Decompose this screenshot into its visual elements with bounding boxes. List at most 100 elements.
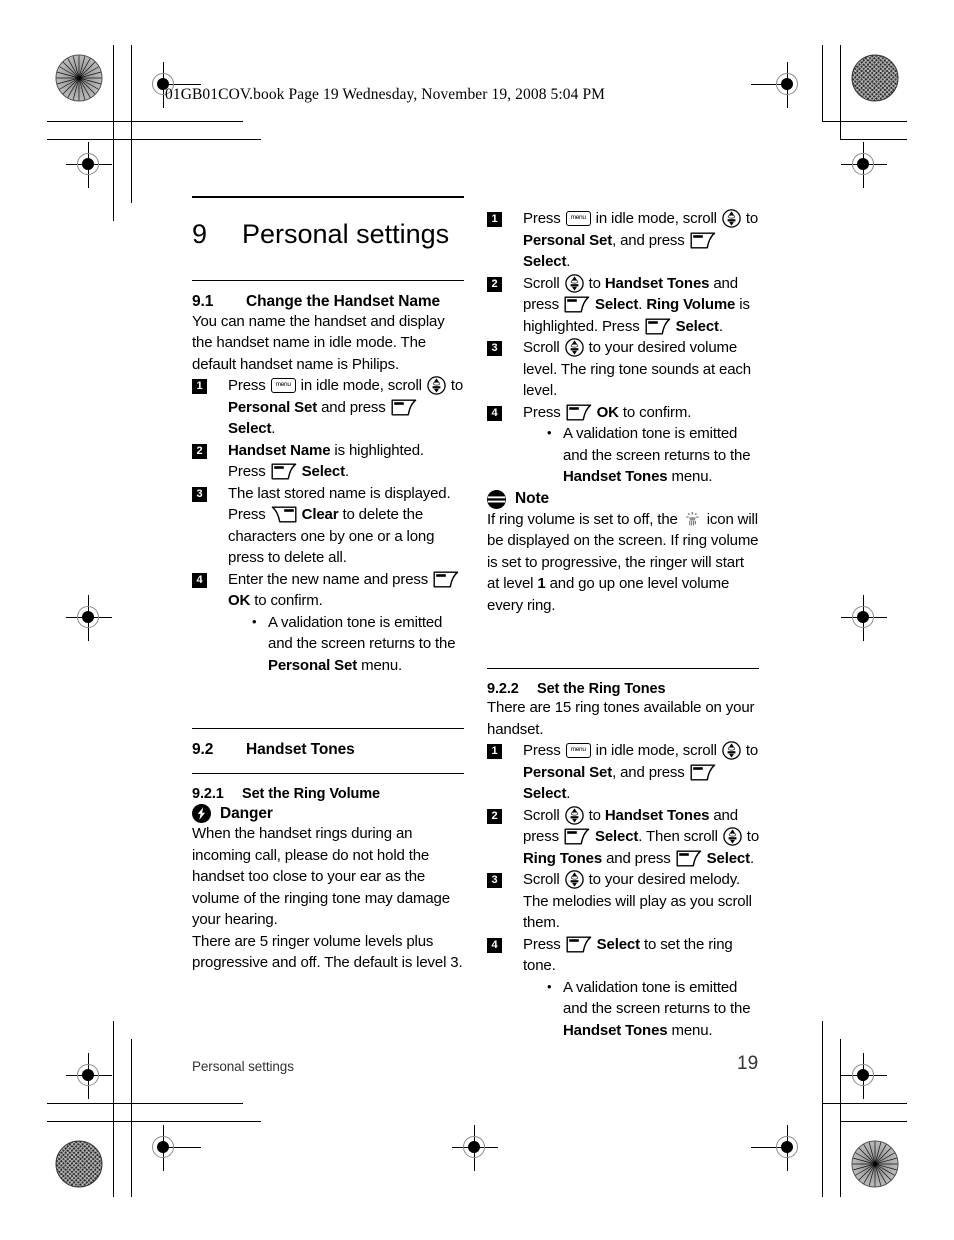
step-text: Press Select to set the ring tone. bbox=[523, 935, 733, 975]
soft-key-right-icon bbox=[690, 232, 716, 249]
step-sub-item: A validation tone is emitted and the scr… bbox=[545, 976, 759, 1042]
note-label: Note bbox=[515, 490, 550, 507]
step-item: 1 Press in idle mode, scroll to Personal … bbox=[192, 375, 464, 440]
step-text: The last stored name is displayed. Press… bbox=[228, 484, 451, 567]
subsection-title: Set the Ring Tones bbox=[537, 681, 666, 697]
step-sub-item: A validation tone is emitted and the scr… bbox=[250, 611, 464, 677]
emphasis-text: Select bbox=[523, 785, 567, 802]
scroll-navigation-icon bbox=[723, 827, 742, 846]
emphasis-text: Personal Set bbox=[523, 763, 613, 781]
emphasis-text: Clear bbox=[301, 506, 339, 524]
section-922-steps: 1 Press in idle mode, scroll to Personal … bbox=[487, 740, 759, 1041]
menu-key-icon bbox=[565, 211, 591, 226]
note-icon bbox=[487, 489, 506, 509]
section-number: 9.1 bbox=[192, 292, 214, 310]
emphasis-text: Select bbox=[301, 463, 345, 481]
scroll-navigation-icon bbox=[564, 338, 584, 357]
page-number: 19 bbox=[737, 1053, 759, 1074]
subsection-number: 9.2.1 bbox=[192, 786, 224, 803]
step-text: Scroll to your desired volume level. The… bbox=[523, 338, 751, 399]
soft-key-right-icon bbox=[645, 318, 671, 335]
section-91-steps: 1 Press in idle mode, scroll to Personal … bbox=[192, 375, 464, 676]
step-number-badge: 4 bbox=[192, 572, 207, 588]
step-item: 1 Press in idle mode, scroll to Personal … bbox=[487, 740, 759, 805]
emphasis-text: Handset Tones bbox=[604, 274, 710, 292]
emphasis-text: Select bbox=[594, 296, 639, 313]
subsection-heading-9-2-2: 9.2.2 Set the Ring Tones bbox=[487, 669, 759, 697]
soft-key-right-icon bbox=[391, 399, 417, 416]
chapter-title: Personal settings bbox=[242, 219, 450, 249]
step-text: Press in idle mode, scroll to Personal S… bbox=[523, 741, 758, 802]
section-921-steps: 1 Press in idle mode, scroll to Personal … bbox=[487, 208, 759, 488]
emphasis-text: Handset Tones bbox=[563, 468, 668, 485]
step-item: 3 Scroll to your desired volume level. Th… bbox=[487, 337, 759, 402]
emphasis-text: Handset Tones bbox=[563, 1021, 668, 1039]
emphasis-text: Select bbox=[706, 849, 750, 867]
step-text: Press in idle mode, scroll to Personal S… bbox=[523, 209, 758, 270]
soft-key-right-icon bbox=[564, 296, 590, 313]
section-title: Change the Handset Name bbox=[246, 292, 441, 310]
step-number-badge: 1 bbox=[487, 744, 502, 759]
section-number: 9.2 bbox=[192, 741, 214, 759]
step-text: Scroll to Handset Tones and press Select… bbox=[523, 805, 760, 867]
menu-key-icon bbox=[270, 378, 296, 394]
emphasis-text: Select bbox=[594, 828, 639, 845]
step-item: 4 Press Select to set the ring tone.A val… bbox=[487, 934, 759, 1042]
step-text: Scroll to your desired melody. The melod… bbox=[523, 870, 752, 931]
step-item: 4 Enter the new name and press OK to conf… bbox=[192, 569, 464, 677]
subsection-heading-9-2-1: 9.2.1 Set the Ring Volume bbox=[192, 774, 464, 802]
step-number-badge: 1 bbox=[192, 379, 207, 395]
section-heading-9-2: 9.2 Handset Tones bbox=[192, 729, 464, 759]
step-number-badge: 2 bbox=[487, 276, 502, 292]
section-title: Handset Tones bbox=[246, 741, 355, 759]
soft-key-left-icon bbox=[271, 506, 297, 523]
step-sub-list: A validation tone is emitted and the scr… bbox=[523, 422, 759, 488]
emphasis-text: Ring Tones bbox=[523, 849, 603, 867]
step-number-badge: 1 bbox=[487, 212, 502, 227]
section-91-intro: You can name the handset and display the… bbox=[192, 312, 445, 373]
emphasis-text: Select bbox=[596, 935, 640, 953]
note-body-text: If ring volume is set to off, the icon w… bbox=[487, 510, 759, 614]
emphasis-text: Select bbox=[675, 317, 719, 335]
soft-key-right-icon bbox=[690, 764, 716, 781]
step-number-badge: 3 bbox=[192, 486, 207, 502]
emphasis-text: Handset Tones bbox=[604, 806, 710, 824]
scroll-navigation-icon bbox=[722, 209, 741, 228]
step-sub-item: A validation tone is emitted and the scr… bbox=[545, 422, 759, 488]
step-number-badge: 3 bbox=[487, 873, 502, 888]
soft-key-right-icon bbox=[566, 936, 592, 953]
scroll-navigation-icon bbox=[722, 741, 741, 760]
emphasis-text: Personal Set bbox=[523, 231, 613, 249]
step-item: 2 Handset Name is highlighted. Press Sele… bbox=[192, 440, 464, 483]
danger-callout: Danger bbox=[192, 802, 464, 824]
danger-label: Danger bbox=[220, 804, 273, 822]
emphasis-text: OK bbox=[596, 403, 619, 421]
ringer-off-icon bbox=[685, 511, 700, 527]
page-content: 9 Personal settings 9.1 Change the Hands… bbox=[0, 0, 954, 1240]
emphasis-text: Personal Set bbox=[268, 656, 358, 674]
step-number-badge: 4 bbox=[487, 405, 502, 421]
step-item: 1 Press in idle mode, scroll to Personal … bbox=[487, 208, 759, 273]
step-item: 4 Press OK to confirm.A validation tone i… bbox=[487, 402, 759, 488]
subsection-number: 9.2.2 bbox=[487, 681, 519, 697]
danger-icon bbox=[192, 804, 211, 824]
step-text: Press OK to confirm. bbox=[523, 403, 692, 421]
emphasis-text: Select bbox=[523, 253, 567, 270]
step-item: 3 The last stored name is displayed. Pres… bbox=[192, 483, 464, 569]
chapter-number: 9 bbox=[192, 219, 208, 249]
scroll-navigation-icon bbox=[564, 273, 584, 293]
step-item: 2 Scroll to Handset Tones and press Selec… bbox=[487, 273, 759, 338]
soft-key-right-icon bbox=[271, 463, 297, 480]
step-text: Scroll to Handset Tones and press Select… bbox=[523, 273, 750, 335]
step-text: Handset Name is highlighted. Press Selec… bbox=[228, 441, 424, 481]
emphasis-text: Personal Set bbox=[228, 398, 318, 416]
soft-key-right-icon bbox=[433, 571, 459, 588]
step-text: Press in idle mode, scroll to Personal S… bbox=[228, 376, 463, 437]
soft-key-right-icon bbox=[566, 404, 592, 421]
soft-key-right-icon bbox=[564, 828, 590, 845]
scroll-navigation-icon bbox=[564, 870, 584, 889]
step-text: Enter the new name and press OK to confi… bbox=[228, 571, 460, 609]
